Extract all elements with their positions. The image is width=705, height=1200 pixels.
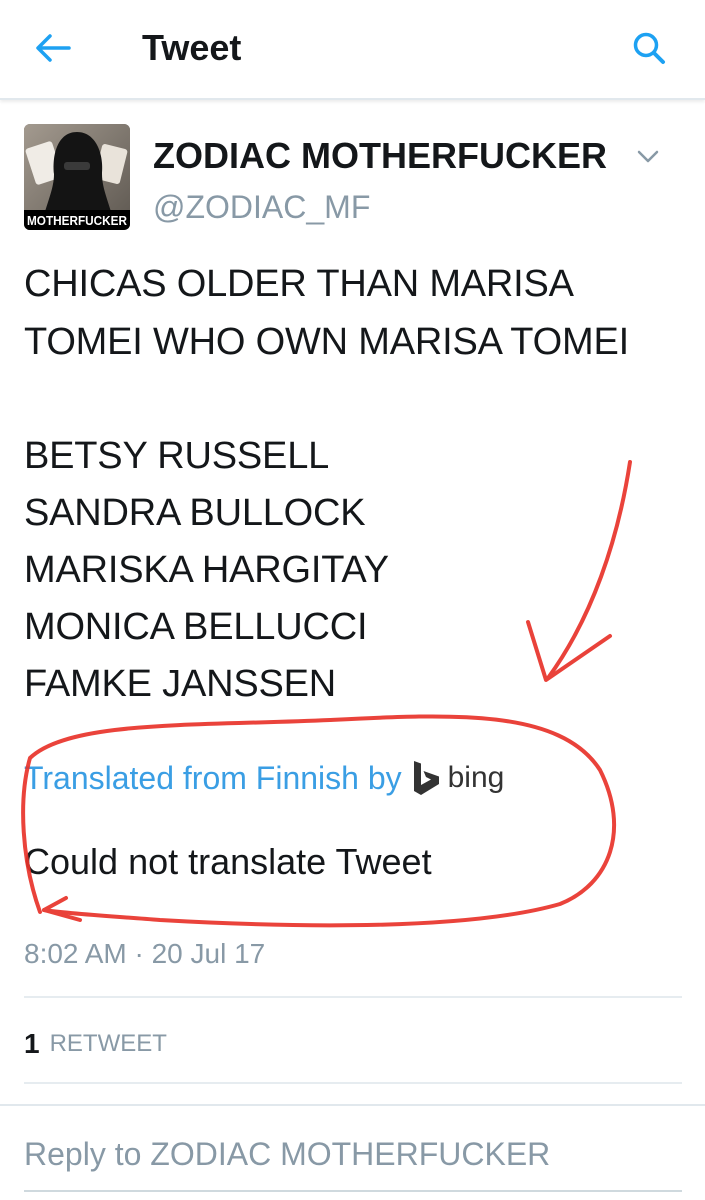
- page-title: Tweet: [142, 27, 242, 68]
- tweet-text-line: MARISKA HARGITAY: [24, 549, 389, 591]
- back-button[interactable]: [28, 26, 78, 70]
- search-icon[interactable]: [632, 31, 666, 65]
- author-handle[interactable]: @ZODIAC_MF: [153, 188, 370, 226]
- tweet-menu-button[interactable]: [628, 140, 668, 174]
- avatar-caption: MOTHERFUCKER: [27, 214, 127, 228]
- tweet-text-line: FAMKE JANSSEN: [24, 663, 337, 705]
- tweet-text-line: SANDRA BULLOCK: [24, 492, 366, 534]
- avatar-image: MOTHERFUCKER: [24, 124, 130, 230]
- bing-wordmark: bing: [447, 761, 505, 794]
- retweet-count: 1: [24, 1028, 40, 1059]
- annotation-arrow-head: [526, 620, 612, 682]
- annotation-loop-tail: [42, 908, 82, 922]
- tweet-text-line: TOMEI WHO OWN MARISA TOMEI: [24, 321, 629, 363]
- avatar[interactable]: MOTHERFUCKER: [24, 124, 130, 230]
- annotation-arrow-shaft: [546, 460, 632, 680]
- back-arrow-icon[interactable]: [35, 33, 71, 63]
- retweet-label: RETWEET: [49, 1030, 167, 1057]
- bing-logo: bing: [412, 760, 505, 796]
- tweet-timestamp: 8:02 AM · 20 Jul 17: [24, 938, 266, 969]
- divider: [24, 1082, 682, 1084]
- retweet-stat[interactable]: 1 RETWEET: [24, 1026, 167, 1062]
- tweet-text-line: BETSY RUSSELL: [24, 435, 330, 477]
- tweet-text-line: CHICAS OLDER THAN MARISA: [24, 263, 574, 305]
- annotation-loop: [21, 714, 616, 928]
- chevron-down-icon[interactable]: [636, 149, 660, 165]
- reply-bar: Reply to ZODIAC MOTHERFUCKER: [0, 1104, 705, 1200]
- bing-icon: [413, 761, 439, 795]
- translation-result: Could not translate Tweet: [24, 841, 432, 882]
- translation-attribution[interactable]: Translated from Finnish by bing: [24, 756, 504, 800]
- author-display-name[interactable]: ZODIAC MOTHERFUCKER: [153, 136, 607, 176]
- top-app-bar: Tweet: [0, 0, 705, 100]
- divider: [24, 996, 682, 998]
- tweet-text-line: MONICA BELLUCCI: [24, 606, 368, 648]
- search-button[interactable]: [624, 24, 674, 72]
- reply-input-underline: [24, 1190, 682, 1192]
- reply-input[interactable]: Reply to ZODIAC MOTHERFUCKER: [24, 1134, 550, 1174]
- translation-label[interactable]: Translated from Finnish by: [24, 760, 402, 797]
